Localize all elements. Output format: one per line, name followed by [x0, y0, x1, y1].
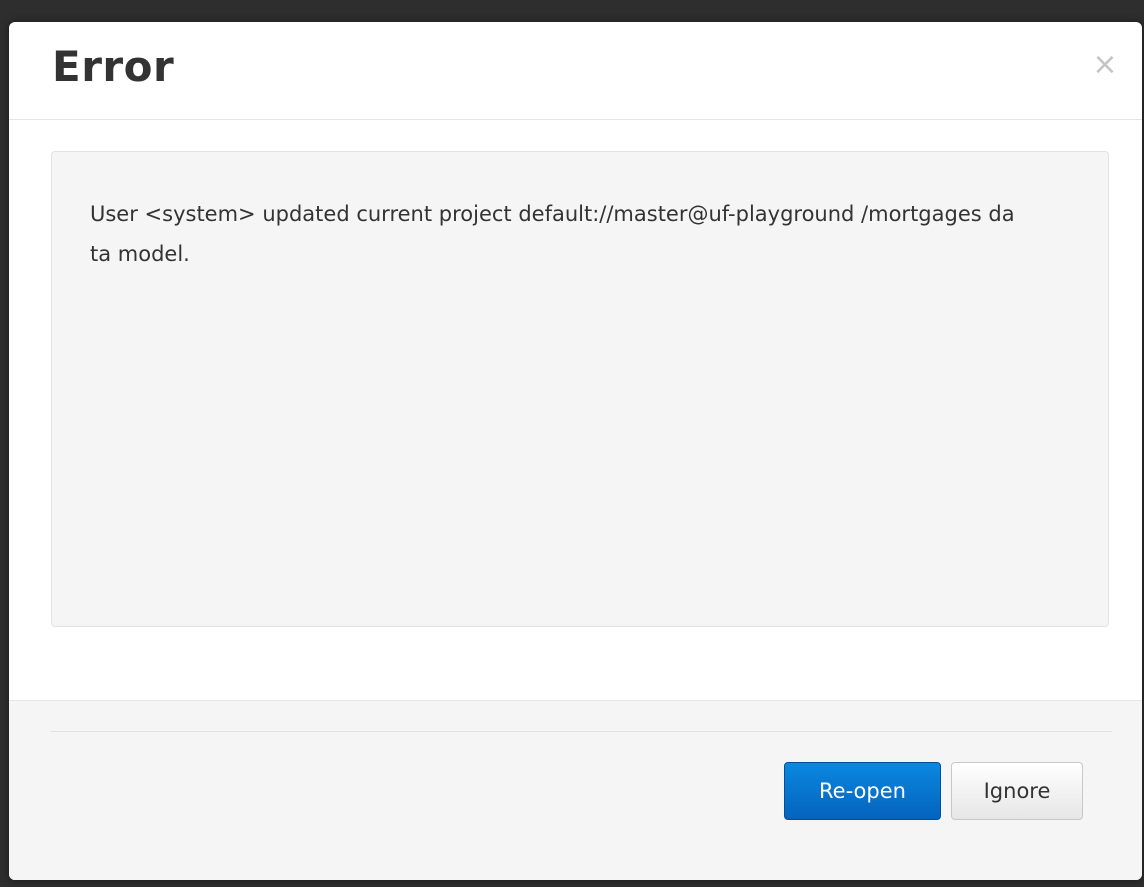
dialog-body: User <system> updated current project de…: [9, 120, 1142, 700]
message-panel: User <system> updated current project de…: [51, 151, 1109, 627]
close-icon: ×: [1092, 47, 1118, 82]
ignore-button[interactable]: Ignore: [951, 762, 1083, 820]
dialog-title: Error: [52, 42, 175, 91]
close-button[interactable]: ×: [1090, 50, 1120, 80]
dialog-footer: Re-open Ignore: [9, 701, 1142, 880]
footer-inner-divider: [51, 731, 1112, 732]
reopen-button[interactable]: Re-open: [784, 762, 941, 820]
error-dialog: Error × User <system> updated current pr…: [9, 22, 1142, 880]
error-message: User <system> updated current project de…: [90, 202, 1015, 266]
dialog-header: Error ×: [9, 22, 1142, 120]
